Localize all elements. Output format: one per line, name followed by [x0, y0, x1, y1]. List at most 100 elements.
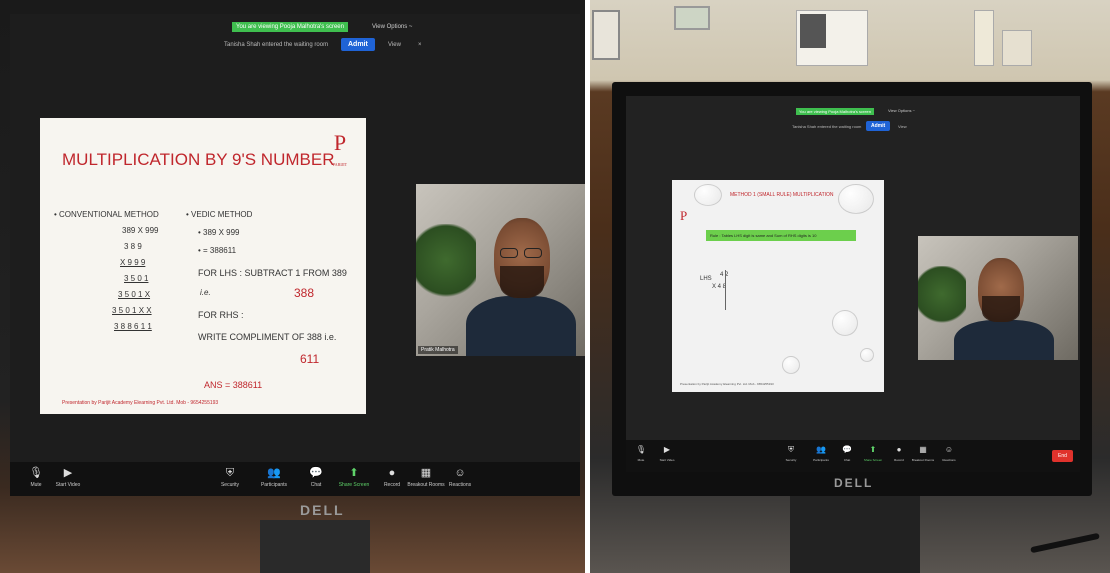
water-drop: [838, 184, 874, 214]
participants-icon: 👥: [267, 467, 281, 479]
lhs-instruction: FOR LHS : SUBTRACT 1 FROM 389: [198, 268, 347, 278]
toolbar-label: Mute: [637, 458, 645, 462]
compliment-instruction: WRITE COMPLIMENT OF 388 i.e.: [198, 332, 337, 342]
toolbar-label: Security: [785, 458, 797, 462]
video-camera-icon: ▶: [663, 445, 671, 454]
screen-share-banner: You are viewing Pooja Malhotra's screen: [232, 22, 348, 32]
conventional-line: X 9 9 9: [120, 258, 146, 267]
monitor-stand: [790, 496, 920, 573]
glasses: [524, 248, 542, 258]
toolbar-label: Start Video: [55, 482, 81, 488]
toolbar-label: Reactions: [448, 482, 472, 488]
toolbar-label: Participants: [260, 482, 288, 488]
view-button[interactable]: View: [898, 124, 907, 129]
toolbar-label: Record: [383, 482, 401, 488]
toolbar-label: Share Screen: [338, 482, 370, 488]
security-button[interactable]: ⛨ Security: [776, 444, 806, 462]
toolbar-label: Breakout Rooms: [911, 458, 935, 462]
monitor-brand-logo: DELL: [300, 502, 345, 518]
start-video-button[interactable]: ▶ Start Video: [48, 467, 88, 489]
end-meeting-button[interactable]: End: [1052, 450, 1073, 462]
view-options-button[interactable]: View Options ~: [372, 24, 412, 30]
view-options-button[interactable]: View Options ~: [888, 108, 915, 113]
wall-frame: [974, 10, 994, 66]
reactions-button[interactable]: ☺ Reactions: [934, 444, 964, 462]
right-monitor-photo: You are viewing Pooja Malhotra's screen …: [590, 0, 1110, 573]
video-camera-icon: ▶: [63, 467, 73, 479]
speaker-video: [918, 236, 1078, 360]
slide-footer: Presentation by Parijit Academy Elearnin…: [680, 382, 774, 386]
toolbar-label: Share Screen: [863, 458, 883, 462]
toolbar-label: Reactions: [942, 458, 956, 462]
screen-share-banner: You are viewing Pooja Malhotra's screen: [796, 108, 874, 115]
security-button[interactable]: ⛨ Security: [210, 467, 250, 489]
toolbar-label: Chat: [843, 458, 851, 462]
toolbar-label: Security: [220, 482, 240, 488]
lhs-value: 388: [294, 286, 315, 300]
admit-button[interactable]: Admit: [341, 38, 375, 51]
share-screen-icon: ⬆: [349, 467, 359, 479]
close-icon[interactable]: ×: [418, 42, 422, 48]
logo-subtitle: PARIJIT: [332, 162, 348, 167]
person-beard: [982, 296, 1020, 322]
wall-frame: [674, 6, 710, 30]
conventional-line: 3 8 9: [124, 242, 142, 251]
admit-button[interactable]: Admit: [866, 121, 891, 131]
water-drop: [832, 310, 858, 336]
parijit-logo: P PARIJIT: [328, 132, 352, 176]
chat-icon: 💬: [309, 467, 323, 479]
reactions-icon: ☺: [944, 445, 954, 454]
start-video-button[interactable]: ▶ Start Video: [652, 444, 682, 462]
multiplication-row: X 4 8: [712, 284, 727, 290]
slide-title: METHOD 1 (SMALL RULE) MULTIPLICATION: [730, 192, 834, 198]
vedic-line: • = 388611: [198, 246, 237, 255]
shield-icon: ⛨: [225, 467, 235, 479]
monitor-brand-logo: DELL: [834, 476, 874, 490]
cable: [1030, 532, 1100, 554]
meeting-toolbar: 🎙 Mute ▶ Start Video ⛨ Security 👥 Participan…: [10, 462, 580, 496]
toolbar-label: Start Video: [659, 458, 675, 462]
toolbar-label: Participants: [813, 458, 829, 462]
shared-slide: MULTIPLICATION BY 9'S NUMBER P PARIJIT •…: [40, 118, 366, 414]
monitor-stand: [260, 520, 370, 573]
toolbar-label: Record: [894, 458, 904, 462]
answer-text: ANS = 388611: [204, 380, 263, 390]
logo-letter: P: [333, 130, 347, 155]
slide-footer: Presentation by Parijit Academy Elearnin…: [62, 400, 219, 406]
reactions-icon: ☺: [454, 467, 466, 479]
share-screen-button[interactable]: ⬆ Share Screen: [334, 467, 374, 489]
conventional-line: 389 X 999: [122, 226, 159, 235]
slide-title: MULTIPLICATION BY 9'S NUMBER: [62, 150, 335, 169]
glasses: [500, 248, 518, 258]
rhs-value: 611: [300, 352, 320, 366]
vedic-line: • 389 X 999: [198, 228, 240, 237]
water-drop: [860, 348, 874, 362]
ie-label: i.e.: [200, 288, 211, 297]
participant-name: Pratik Malhotra: [418, 346, 458, 354]
zoom-screen: You are viewing Pooja Malhotra's screen …: [10, 14, 585, 496]
conventional-line: 3 5 0 1: [124, 274, 149, 283]
shield-icon: ⛨: [788, 445, 794, 454]
reactions-button[interactable]: ☺ Reactions: [440, 467, 480, 489]
zoom-screen: You are viewing Pooja Malhotra's screen …: [626, 96, 1080, 472]
vertical-divider: [725, 270, 726, 310]
conventional-line: 3 5 0 1 X: [118, 290, 151, 299]
participants-button[interactable]: 👥 Participants: [254, 467, 294, 489]
speaker-video: Pratik Malhotra: [416, 184, 585, 356]
rule-banner: Rule : Tables LHS digit is same and Sum …: [706, 230, 856, 241]
toolbar-label: Mute: [30, 482, 42, 488]
vedic-heading: • VEDIC METHOD: [186, 210, 253, 219]
conventional-line: 3 5 0 1 X X: [112, 306, 152, 315]
shared-slide: P METHOD 1 (SMALL RULE) MULTIPLICATION R…: [672, 180, 884, 392]
water-drop: [782, 356, 800, 374]
conventional-heading: • CONVENTIONAL METHOD: [54, 210, 159, 219]
waiting-room-notice: Tanisha Shah entered the waiting room: [792, 124, 862, 129]
plant: [918, 266, 966, 336]
water-drop: [694, 184, 722, 206]
person-body: [466, 296, 576, 356]
person-body: [954, 320, 1054, 360]
chat-button[interactable]: 💬 Chat: [296, 467, 336, 489]
parijit-logo: P: [680, 208, 688, 223]
conventional-line: 3 8 8 6 1 1: [114, 322, 152, 331]
view-button[interactable]: View: [388, 42, 401, 48]
